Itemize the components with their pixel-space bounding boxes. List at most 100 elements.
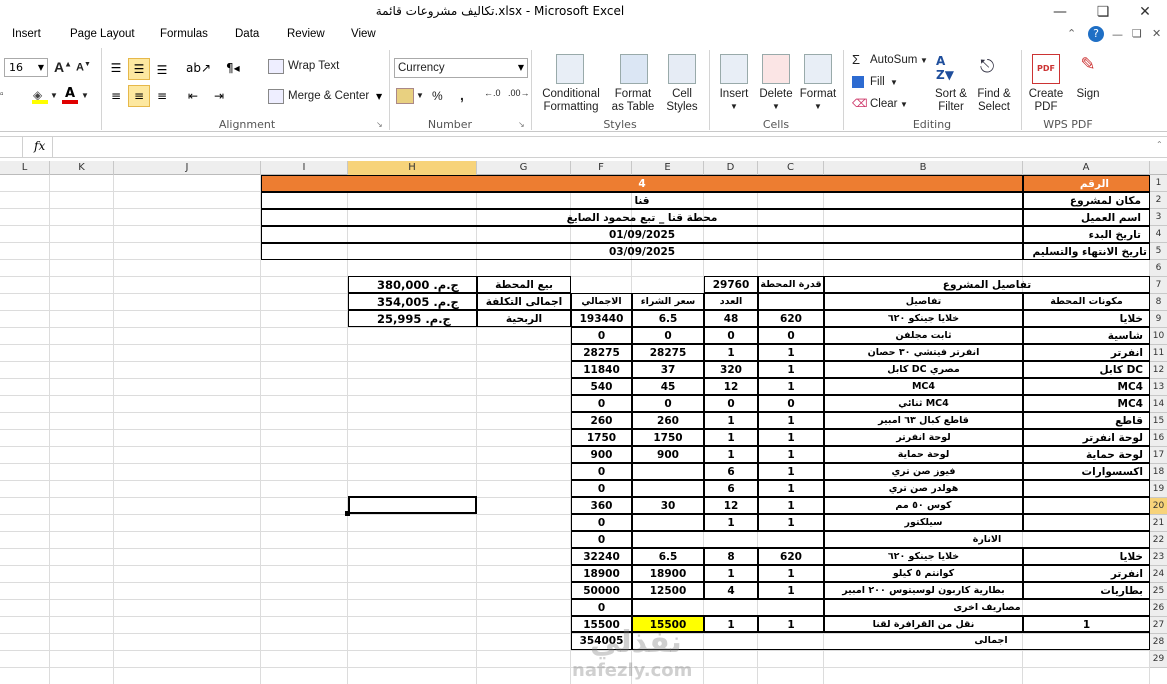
detail-cell[interactable]: لوحة حماية (824, 446, 1023, 463)
count-cell[interactable]: 4 (704, 582, 758, 599)
help-icon[interactable]: ? (1088, 26, 1104, 42)
count-cell[interactable]: 12 (704, 497, 758, 514)
sort-filter-button[interactable]: Sort & (930, 88, 972, 100)
total-cell[interactable]: 0 (571, 463, 632, 480)
total-cell[interactable]: 0 (571, 327, 632, 344)
component-cell[interactable]: لوحة انفرتر (1023, 429, 1150, 446)
sign-button[interactable]: Sign (1070, 88, 1106, 100)
project-number-label[interactable]: الرقم (1023, 175, 1150, 192)
total-cell[interactable]: 1750 (571, 429, 632, 446)
unit-cell[interactable]: 620 (758, 310, 824, 327)
price-cell[interactable]: 30 (632, 497, 704, 514)
count-cell[interactable]: 0 (704, 395, 758, 412)
component-cell[interactable]: انفرتر (1023, 344, 1150, 361)
chevron-down-icon[interactable]: ▼ (772, 102, 780, 111)
number-format-select[interactable]: Currency ▼ (394, 58, 528, 78)
decrease-decimal-icon[interactable]: .00→ (508, 88, 530, 98)
chevron-down-icon[interactable]: ▼ (730, 102, 738, 111)
location-label[interactable]: مكان لمشروع (1023, 192, 1150, 209)
ribbon-collapse-icon[interactable]: ⌃ (1067, 27, 1076, 40)
column-header[interactable]: A (1023, 161, 1150, 175)
col-components-header[interactable]: مكونات المحطة (1023, 293, 1150, 310)
row-header[interactable]: 20 (1150, 498, 1167, 515)
conditional-formatting-button[interactable]: Conditional (540, 88, 602, 100)
unit-cell[interactable]: 620 (758, 548, 824, 565)
unit-cell[interactable]: 1 (758, 497, 824, 514)
tab-page-layout[interactable]: Page Layout (70, 28, 135, 40)
unit-cell[interactable]: 1 (758, 565, 824, 582)
column-header[interactable]: G (477, 161, 571, 175)
unit-cell[interactable]: 0 (758, 327, 824, 344)
align-top-icon[interactable]: ☰ (106, 58, 126, 78)
wrap-text-button[interactable]: Wrap Text (264, 56, 384, 78)
component-cell[interactable]: خلايا (1023, 548, 1150, 565)
component-cell[interactable]: انفرتر (1023, 565, 1150, 582)
format-cells-button[interactable]: Format (798, 88, 838, 100)
column-header[interactable]: C (758, 161, 824, 175)
price-cell[interactable]: 18900 (632, 565, 704, 582)
row-header[interactable]: 14 (1150, 396, 1167, 413)
rtl-icon[interactable]: ¶◂ (226, 58, 256, 78)
summary-value[interactable]: ج.م. 354,005 (348, 293, 477, 310)
column-header[interactable]: D (704, 161, 758, 175)
count-cell[interactable]: 1 (704, 412, 758, 429)
unit-cell[interactable]: 1 (758, 514, 824, 531)
unit-cell[interactable]: 1 (758, 378, 824, 395)
price-cell[interactable]: 37 (632, 361, 704, 378)
cell-styles-label-2[interactable]: Styles (660, 101, 704, 113)
wb-restore-icon[interactable]: ❏ (1132, 27, 1142, 40)
price-cell[interactable] (632, 480, 704, 497)
clear-button[interactable]: Clear (870, 98, 897, 110)
summary-value[interactable]: ج.م. 380,000 (348, 276, 477, 293)
component-cell[interactable]: خلايا (1023, 310, 1150, 327)
row-header[interactable]: 13 (1150, 379, 1167, 396)
total-cell[interactable]: 540 (571, 378, 632, 395)
sort-filter-label-2[interactable]: Filter (930, 101, 972, 113)
accounting-format-icon[interactable] (396, 88, 414, 104)
detail-cell[interactable]: كوس ٥٠ مم (824, 497, 1023, 514)
row-header[interactable]: 9 (1150, 311, 1167, 328)
detail-cell[interactable]: نقل من القرافرة لقنا (824, 616, 1023, 633)
row-header[interactable]: 12 (1150, 362, 1167, 379)
component-cell[interactable]: 1 (1023, 616, 1150, 633)
increase-decimal-icon[interactable]: ←.0 (484, 88, 501, 98)
column-header[interactable]: E (632, 161, 704, 175)
row-header[interactable]: 21 (1150, 515, 1167, 532)
empty-cell[interactable] (758, 293, 824, 310)
price-cell[interactable]: 0 (632, 327, 704, 344)
column-header[interactable]: I (261, 161, 348, 175)
row-header[interactable]: 17 (1150, 447, 1167, 464)
find-select-label-2[interactable]: Select (972, 101, 1016, 113)
align-right-icon[interactable]: ≡ (152, 86, 172, 106)
wb-close-icon[interactable]: ✕ (1152, 27, 1161, 40)
name-box[interactable] (0, 137, 23, 157)
price-cell[interactable]: 260 (632, 412, 704, 429)
count-cell[interactable]: 1 (704, 514, 758, 531)
row-header[interactable]: 6 (1150, 260, 1167, 277)
total-cell[interactable]: 260 (571, 412, 632, 429)
chevron-down-icon[interactable]: ▼ (900, 100, 908, 109)
shrink-font-icon[interactable]: A▼ (76, 61, 91, 74)
detail-cell[interactable]: قاطع كبال ٦٣ امبير (824, 412, 1023, 429)
summary-label[interactable]: بيع المحطة (477, 276, 571, 293)
component-cell[interactable]: MC4 (1023, 395, 1150, 412)
unit-cell[interactable]: 1 (758, 412, 824, 429)
component-cell[interactable] (1023, 514, 1150, 531)
dialog-launcher-icon[interactable]: ↘ (518, 120, 525, 129)
summary-value[interactable]: ج.م. 25,995 (348, 310, 477, 327)
row-header[interactable]: 19 (1150, 481, 1167, 498)
align-center-icon[interactable]: ≡ (128, 85, 150, 107)
row-header[interactable]: 29 (1150, 651, 1167, 668)
other-label[interactable]: مصاريف اخرى (824, 599, 1150, 616)
tab-data[interactable]: Data (235, 28, 259, 40)
grand-total-label[interactable]: اجمالى (632, 633, 1150, 650)
column-header[interactable]: L (0, 161, 50, 175)
unit-cell[interactable]: 1 (758, 616, 824, 633)
total-cell[interactable]: 11840 (571, 361, 632, 378)
summary-label[interactable]: الربحية (477, 310, 571, 327)
total-cell[interactable]: 28275 (571, 344, 632, 361)
row-header[interactable]: 3 (1150, 209, 1167, 226)
total-cell[interactable]: 50000 (571, 582, 632, 599)
fill-dropdown-icon[interactable]: ▼ (50, 91, 58, 100)
unit-cell[interactable]: 1 (758, 463, 824, 480)
